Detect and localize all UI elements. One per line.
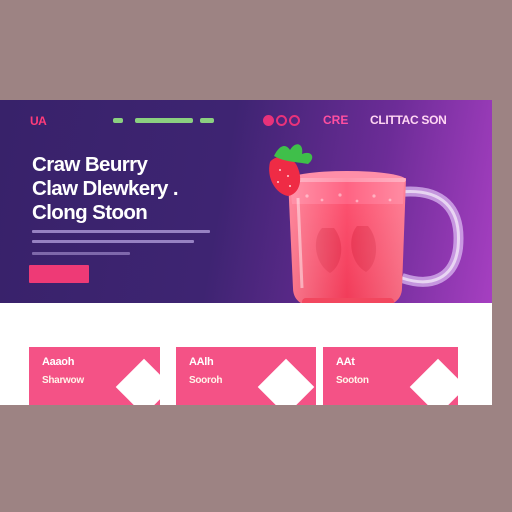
circle-icon[interactable]	[289, 115, 300, 126]
brand-logo[interactable]: UA	[30, 114, 47, 128]
feature-card-title: AAlh	[189, 356, 214, 368]
feature-card-title: Aaaoh	[42, 356, 75, 368]
hero-cta-button[interactable]	[29, 265, 89, 283]
hero-description-line	[32, 252, 130, 255]
feature-card-title: AAt	[336, 356, 355, 368]
nav-link-1[interactable]	[113, 118, 123, 123]
feature-card[interactable]: Aaaoh Sharwow	[29, 347, 160, 405]
hero-section: UA CRE CLITTAC SON Craw Beurry Claw Dlew…	[0, 100, 492, 303]
nav-link-2[interactable]	[135, 118, 193, 123]
hero-description-line	[32, 240, 194, 243]
nav-link-3[interactable]	[200, 118, 214, 123]
headline-line-3: Clong Stoon	[32, 201, 148, 224]
circle-icon[interactable]	[276, 115, 287, 126]
nav-item-care[interactable]: CRE	[323, 113, 348, 127]
feature-card-subtitle: Sharwow	[42, 375, 84, 386]
headline-line-2: Claw Dlewkery .	[32, 177, 179, 200]
card-corner-decoration	[257, 358, 315, 405]
hero-headline: Craw Beurry Claw Dlewkery . Clong Stoon	[32, 153, 242, 225]
feature-cards: Aaaoh Sharwow AAlh Sooroh AAt Sooton	[0, 347, 492, 405]
feature-card[interactable]: AAlh Sooroh	[176, 347, 316, 405]
landing-page: UA CRE CLITTAC SON Craw Beurry Claw Dlew…	[0, 100, 492, 405]
headline-line-1: Craw Beurry	[32, 153, 148, 176]
nav-item-cta[interactable]: CLITTAC SON	[370, 113, 447, 127]
feature-card[interactable]: AAt Sooton	[323, 347, 458, 405]
strawberry-juice-mug-icon	[269, 144, 464, 303]
feature-card-subtitle: Sooroh	[189, 375, 223, 386]
card-corner-decoration	[409, 358, 458, 405]
brand-logo-text: UA	[30, 114, 47, 128]
hero-description-line	[32, 230, 210, 233]
feature-card-subtitle: Sooton	[336, 375, 369, 386]
circle-icon[interactable]	[263, 115, 274, 126]
nav-icon-group	[263, 115, 300, 127]
card-corner-decoration	[115, 358, 160, 405]
